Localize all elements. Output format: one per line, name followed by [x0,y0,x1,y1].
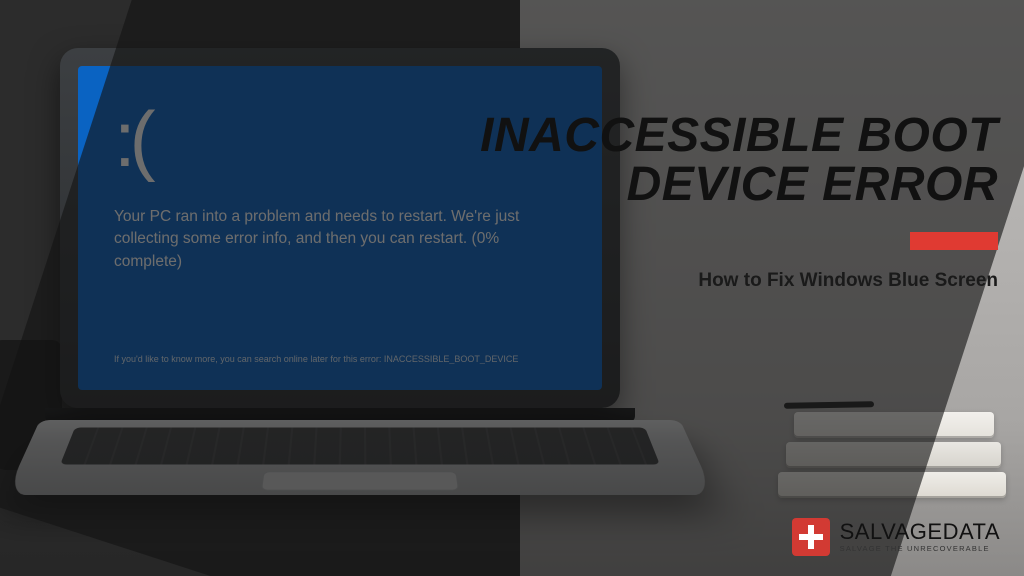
headline-subtitle: How to Fix Windows Blue Screen [480,270,998,292]
headline-block: INACCESSIBLE BOOT DEVICE ERROR How to Fi… [480,112,998,292]
brand-logo: SALVAGEDATA SALVAGE THE UNRECOVERABLE [792,518,1000,556]
headline-line2: DEVICE ERROR [627,158,998,211]
logo-tagline: SALVAGE THE UNRECOVERABLE [840,545,1000,553]
headline-title: INACCESSIBLE BOOT DEVICE ERROR [480,112,998,210]
accent-bar [910,232,998,250]
headline-line1: INACCESSIBLE BOOT [480,109,998,162]
plus-icon [792,518,830,556]
banner-stage: :( Your PC ran into a problem and needs … [0,0,1024,576]
logo-text: SALVAGEDATA SALVAGE THE UNRECOVERABLE [840,521,1000,553]
logo-word-thin: DATA [943,519,1000,544]
logo-word-bold: SALVAGE [840,519,943,544]
